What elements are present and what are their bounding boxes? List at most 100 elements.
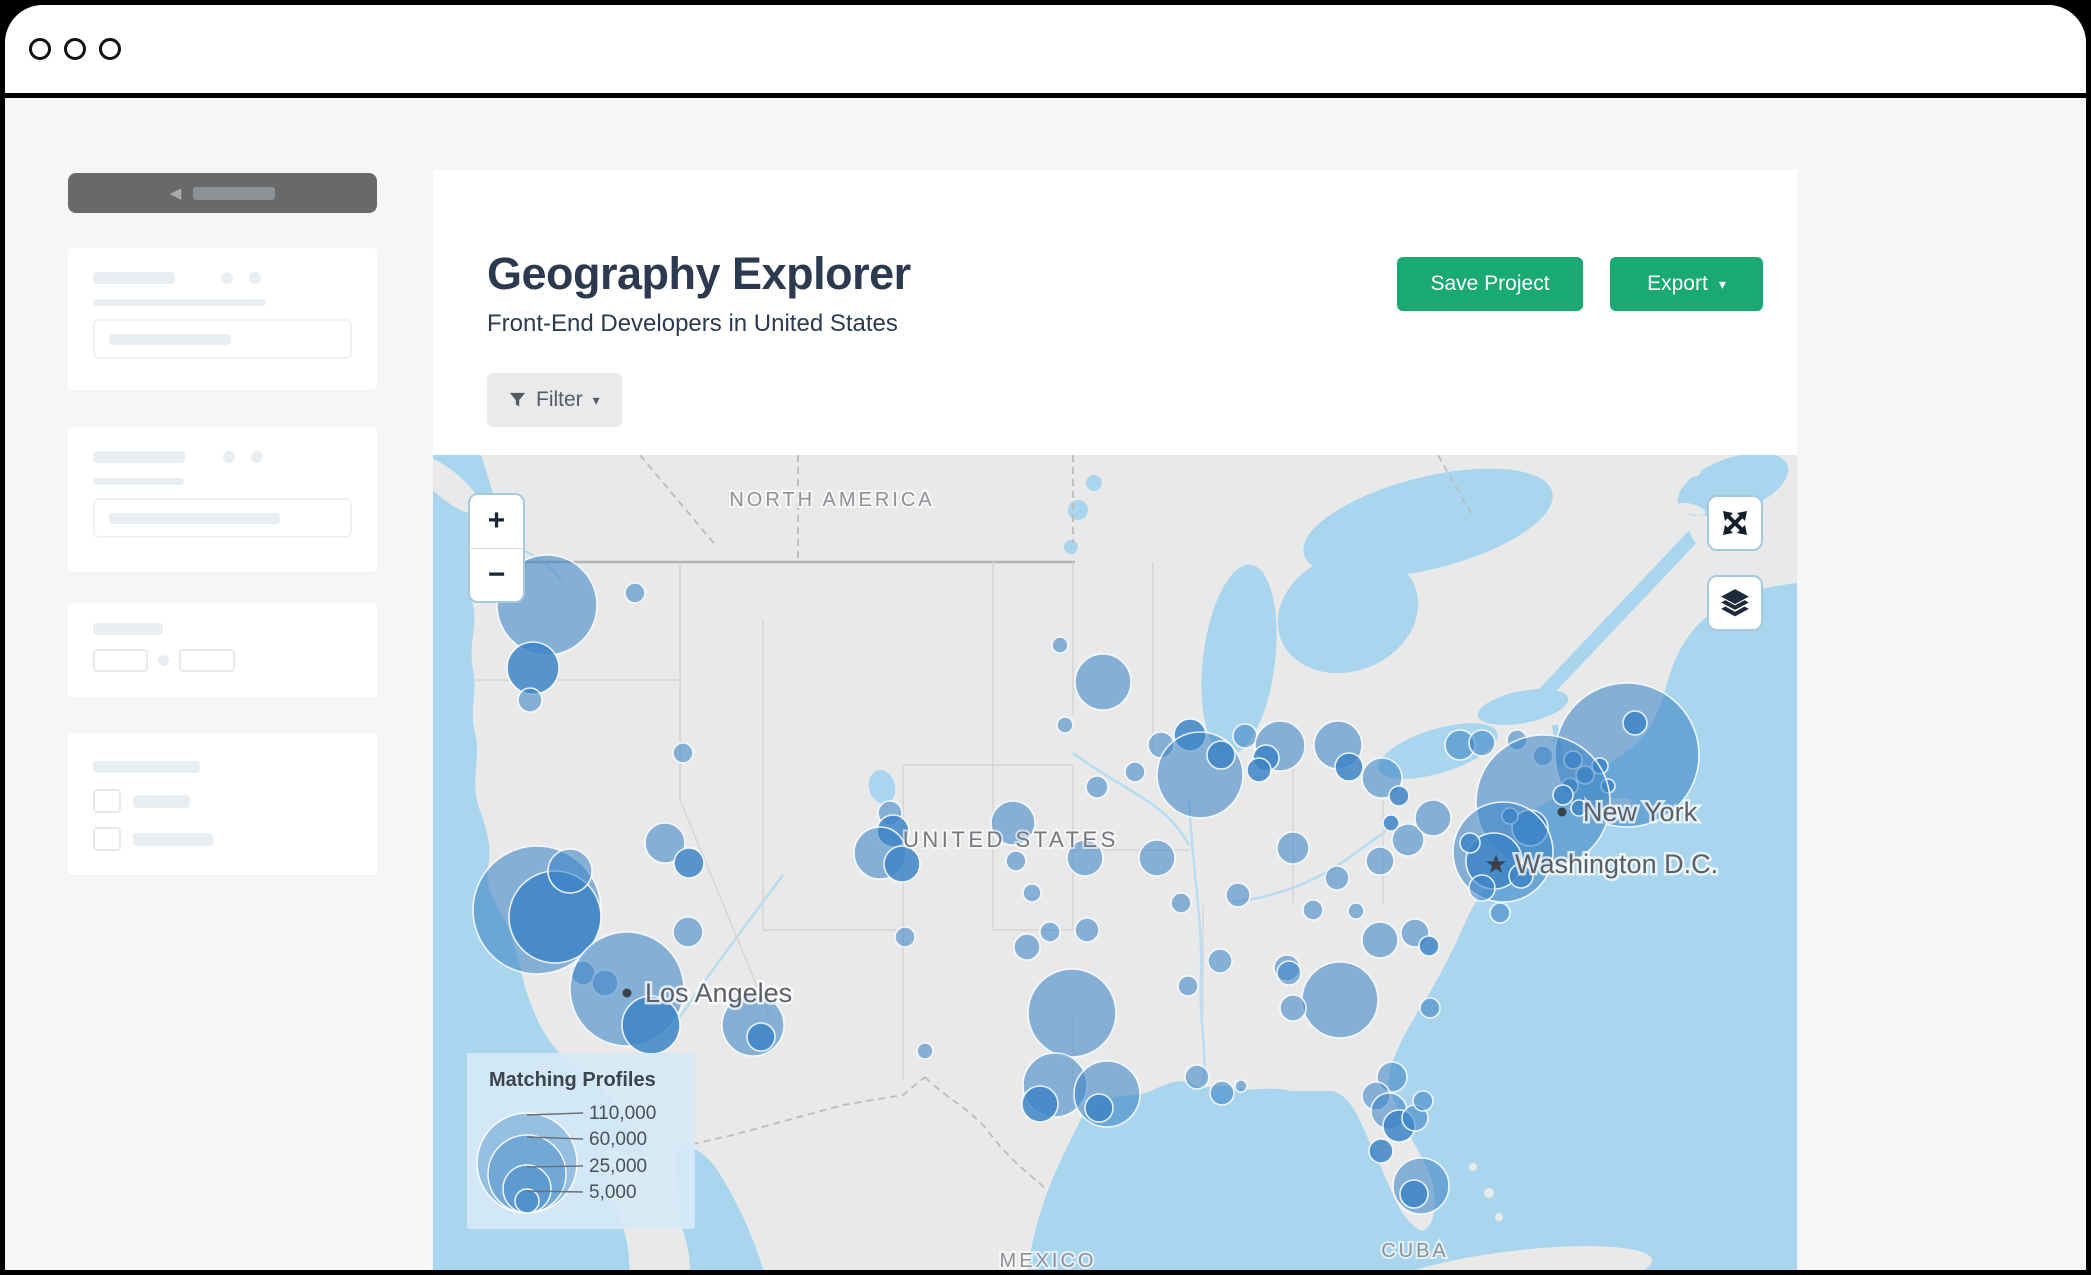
map-bubble[interactable]	[1622, 710, 1648, 736]
zoom-in-button[interactable]: +	[470, 495, 523, 549]
window-control-close[interactable]	[29, 38, 51, 60]
map-bubble[interactable]	[1276, 960, 1302, 986]
map-bubble[interactable]	[1368, 1138, 1394, 1164]
map-bubble[interactable]	[1209, 1080, 1235, 1106]
map-bubble[interactable]	[672, 742, 694, 764]
map-bubble[interactable]	[1184, 1064, 1210, 1090]
skeleton-input[interactable]	[93, 319, 352, 359]
map-bubble[interactable]	[1005, 850, 1027, 872]
map-bubble[interactable]	[1056, 716, 1074, 734]
map-bubble[interactable]	[1074, 917, 1100, 943]
sidebar-checkbox-card	[68, 733, 377, 875]
map-bubble[interactable]	[547, 848, 593, 894]
map-bubble[interactable]	[672, 916, 704, 948]
map-bubble[interactable]	[1177, 975, 1199, 997]
map-bubble[interactable]	[517, 687, 543, 713]
map-bubble[interactable]	[1414, 799, 1452, 837]
map-bubble[interactable]	[1276, 831, 1310, 865]
map-bubble[interactable]	[1459, 832, 1481, 854]
city-marker-star: ★	[1484, 850, 1507, 880]
legend-circle	[514, 1188, 540, 1214]
map-bubble[interactable]	[506, 641, 560, 695]
sidebar-collapse-button[interactable]: ◀	[68, 173, 377, 213]
map-bubble[interactable]	[1324, 865, 1350, 891]
map-bubble[interactable]	[1085, 775, 1109, 799]
map-bubble[interactable]	[1124, 761, 1146, 783]
skeleton-value	[109, 512, 280, 524]
map-bubble[interactable]	[1334, 752, 1364, 782]
map-label: NORTH AMERICA	[729, 489, 934, 511]
map-label: Washington D.C.	[1515, 849, 1718, 879]
range-min-input[interactable]	[93, 649, 148, 672]
sidebar-range-card	[68, 603, 377, 698]
map-bubble[interactable]	[1170, 892, 1192, 914]
map-canvas[interactable]: NORTH AMERICA UNITED STATES MEXICO CUBA New …	[433, 455, 1797, 1270]
map-bubble[interactable]	[916, 1042, 934, 1060]
filter-button[interactable]: Filter ▾	[487, 373, 622, 427]
map-bubble[interactable]	[1382, 814, 1400, 832]
map-label: CUBA	[1381, 1240, 1449, 1262]
skeleton-dot	[251, 451, 263, 463]
map-bubble[interactable]	[1074, 653, 1132, 711]
map-bubble[interactable]	[1419, 997, 1441, 1019]
map-bubble[interactable]	[1039, 921, 1061, 943]
map-svg: NORTH AMERICA UNITED STATES MEXICO CUBA New …	[433, 455, 1797, 1270]
map-label: MEXICO	[1000, 1250, 1097, 1270]
map-bubble[interactable]	[1084, 1093, 1114, 1123]
map-bubble[interactable]	[1399, 1179, 1429, 1209]
export-label: Export	[1647, 272, 1708, 295]
map-bubble[interactable]	[1234, 1079, 1248, 1093]
map-bubble[interactable]	[746, 1022, 776, 1052]
city-marker-dot	[622, 988, 632, 998]
map-bubble[interactable]	[1279, 994, 1307, 1022]
map-bubble[interactable]	[1361, 921, 1399, 959]
checkbox[interactable]	[93, 789, 121, 813]
map-label: Los Angeles	[645, 978, 792, 1008]
browser-window: ◀ Geography Explorer Front-End Developer…	[5, 5, 2086, 1270]
layers-icon	[1721, 589, 1749, 617]
export-button[interactable]: Export ▾	[1610, 257, 1763, 311]
map-bubble[interactable]	[894, 926, 916, 948]
legend-title: Matching Profiles	[489, 1069, 656, 1091]
map-bubble[interactable]	[1138, 839, 1176, 877]
map-bubble[interactable]	[1225, 882, 1251, 908]
map-bubble[interactable]	[624, 582, 646, 604]
map-bubble[interactable]	[1021, 1085, 1059, 1123]
skeleton-label	[93, 272, 175, 284]
legend-value: 25,000	[589, 1156, 647, 1177]
map-bubble[interactable]	[1246, 757, 1272, 783]
map-bubble[interactable]	[1418, 935, 1440, 957]
save-project-button[interactable]: Save Project	[1397, 257, 1583, 311]
checkbox[interactable]	[93, 827, 121, 851]
map-bubble[interactable]	[1365, 846, 1395, 876]
map-bubble[interactable]	[1051, 636, 1069, 654]
map-bubble[interactable]	[1013, 933, 1041, 961]
fullscreen-button[interactable]	[1707, 495, 1763, 551]
legend-value: 110,000	[589, 1103, 656, 1124]
map-bubble[interactable]	[1232, 723, 1258, 749]
map-bubble[interactable]	[1302, 899, 1324, 921]
layers-button[interactable]	[1707, 575, 1763, 631]
skeleton-line	[93, 299, 266, 306]
caret-down-icon: ▾	[1718, 276, 1726, 292]
map-bubble[interactable]	[1412, 1090, 1434, 1112]
range-max-input[interactable]	[179, 649, 235, 672]
map-bubble[interactable]	[1301, 961, 1379, 1039]
map-bubble[interactable]	[1207, 948, 1233, 974]
map-bubble[interactable]	[1027, 968, 1117, 1058]
map-bubble[interactable]	[1489, 902, 1511, 924]
zoom-out-button[interactable]: −	[470, 548, 523, 601]
map-label: New York	[1583, 797, 1698, 827]
window-control-maximize[interactable]	[99, 38, 121, 60]
map-bubble[interactable]	[1022, 883, 1042, 903]
map-bubble[interactable]	[1347, 902, 1365, 920]
skeleton-input[interactable]	[93, 498, 352, 538]
page-subtitle: Front-End Developers in United States	[487, 310, 898, 337]
map-bubble[interactable]	[1206, 740, 1236, 770]
map-bubble[interactable]	[1552, 784, 1574, 806]
map-bubble[interactable]	[1388, 785, 1410, 807]
caret-down-icon: ▾	[592, 392, 600, 408]
map-bubble[interactable]	[673, 847, 705, 879]
window-control-minimize[interactable]	[64, 38, 86, 60]
map-bubble[interactable]	[1468, 729, 1496, 757]
